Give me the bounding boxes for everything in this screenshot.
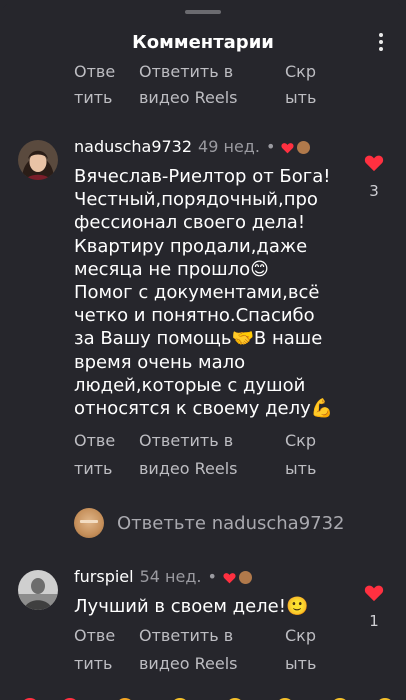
timestamp: 49 нед. <box>198 137 260 156</box>
heart-icon[interactable] <box>364 584 384 602</box>
avatar[interactable] <box>18 570 58 610</box>
author-liked-heart-icon <box>223 572 236 583</box>
reply-button[interactable]: Отве <box>74 622 115 649</box>
author-avatar-icon <box>238 571 252 584</box>
like-count: 1 <box>369 612 379 630</box>
like-button[interactable]: 1 <box>363 584 385 630</box>
comment-header: naduscha9732 49 нед. • <box>74 137 311 156</box>
author-liked-heart-icon <box>281 142 294 153</box>
comment-text: Лучший в своем деле!🙂 <box>74 596 309 617</box>
reply-video-button-line2[interactable]: видео Reels <box>139 84 237 111</box>
comment-actions: Отве тить Ответить в видео Reels Скр ыть <box>74 622 354 673</box>
more-vertical-icon[interactable] <box>376 30 386 54</box>
username[interactable]: naduscha9732 <box>74 137 192 156</box>
reply-video-button[interactable]: Ответить в <box>139 58 233 85</box>
separator-dot: • <box>265 137 276 156</box>
reply-input[interactable]: Ответьте naduscha9732 <box>74 505 345 541</box>
hide-button-line2[interactable]: ыть <box>285 650 316 677</box>
reply-video-button[interactable]: Ответить в <box>139 622 233 649</box>
reply-button-line2[interactable]: тить <box>74 650 112 677</box>
hide-button-line2[interactable]: ыть <box>285 455 316 482</box>
comment-actions: Отве тить Ответить в видео Reels Скр ыть <box>74 427 354 478</box>
comment-actions-previous: Отве тить Ответить в видео Reels Скр ыть <box>74 58 354 107</box>
heart-icon[interactable] <box>364 154 384 172</box>
comments-sheet: Комментарии Отве тить Ответить в видео R… <box>0 0 406 700</box>
reply-button-line2[interactable]: тить <box>74 84 112 111</box>
comment-header: furspiel 54 нед. • <box>74 567 252 586</box>
reply-video-button-line2[interactable]: видео Reels <box>139 650 237 677</box>
reply-button[interactable]: Отве <box>74 427 115 454</box>
avatar[interactable] <box>18 140 58 180</box>
hide-button[interactable]: Скр <box>285 427 316 454</box>
page-title: Комментарии <box>132 32 274 53</box>
like-button[interactable]: 3 <box>363 154 385 200</box>
hide-button[interactable]: Скр <box>285 58 316 85</box>
reply-button-line2[interactable]: тить <box>74 455 112 482</box>
drag-handle[interactable] <box>185 10 221 14</box>
current-user-avatar <box>74 508 104 538</box>
reply-placeholder[interactable]: Ответьте naduscha9732 <box>117 513 345 534</box>
separator-dot: • <box>207 567 217 586</box>
like-count: 3 <box>369 182 379 200</box>
hide-button[interactable]: Скр <box>285 622 316 649</box>
reply-button[interactable]: Отве <box>74 58 115 85</box>
hide-button-line2[interactable]: ыть <box>285 84 316 111</box>
comment-text: Вячеслав-Риелтор от Бога! Честный,порядо… <box>74 166 334 420</box>
reply-video-button[interactable]: Ответить в <box>139 427 233 454</box>
reply-video-button-line2[interactable]: видео Reels <box>139 455 237 482</box>
timestamp: 54 нед. <box>139 567 202 586</box>
author-avatar-icon <box>297 141 311 154</box>
username[interactable]: furspiel <box>74 567 134 586</box>
emoji-reaction-bar <box>0 690 406 700</box>
